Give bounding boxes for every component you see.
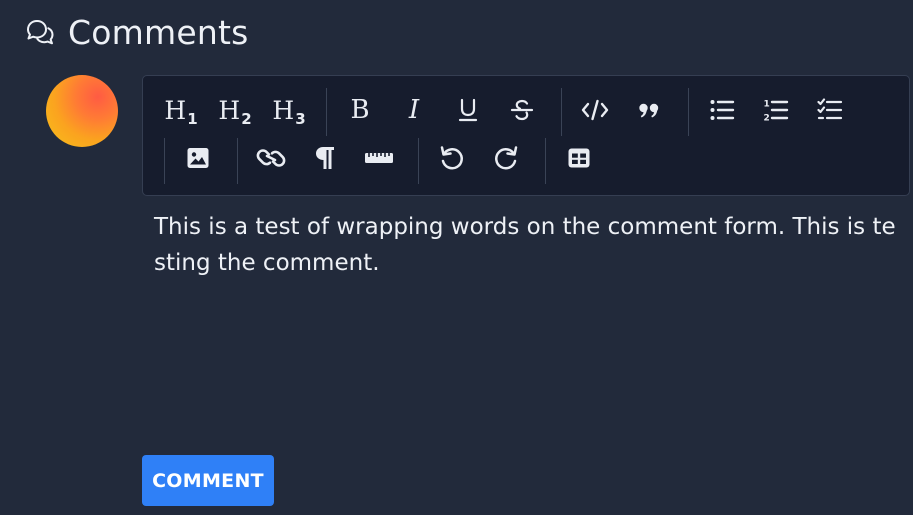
quote-icon: [636, 97, 662, 123]
underline-icon: [457, 97, 479, 123]
bold-button[interactable]: B: [340, 90, 380, 130]
heading-3-icon: H3: [272, 95, 306, 128]
image-icon: [186, 146, 210, 170]
strikethrough-button[interactable]: [502, 90, 542, 130]
paragraph-button[interactable]: [305, 138, 345, 178]
image-button[interactable]: [178, 138, 218, 178]
toolbar-divider: [561, 88, 562, 136]
heading-2-icon: H2: [218, 95, 252, 128]
heading-2-button[interactable]: H2: [215, 90, 255, 130]
undo-button[interactable]: [432, 138, 472, 178]
heading-1-icon: H1: [164, 95, 198, 128]
paragraph-icon: [314, 145, 336, 171]
underline-button[interactable]: [448, 90, 488, 130]
comments-header: Comments: [25, 10, 248, 54]
toolbar-divider: [326, 88, 327, 136]
toolbar-divider: [164, 138, 165, 184]
bullet-list-icon: [709, 97, 735, 123]
link-button[interactable]: [251, 138, 291, 178]
horizontal-rule-button[interactable]: [359, 138, 399, 178]
toolbar-divider: [237, 138, 238, 184]
comment-submit-button[interactable]: COMMENT: [142, 455, 274, 506]
ordered-list-button[interactable]: 1 2: [756, 90, 796, 130]
heading-3-button[interactable]: H3: [269, 90, 309, 130]
table-button[interactable]: [559, 138, 599, 178]
chat-bubbles-icon: [25, 17, 55, 47]
code-icon: [580, 97, 610, 123]
toolbar-divider: [545, 138, 546, 184]
svg-text:1: 1: [764, 100, 770, 110]
italic-button[interactable]: I: [394, 90, 434, 130]
code-button[interactable]: [575, 90, 615, 130]
redo-button[interactable]: [486, 138, 526, 178]
task-list-button[interactable]: [810, 90, 850, 130]
link-icon: [256, 145, 286, 171]
table-icon: [567, 146, 591, 170]
ruler-icon: [364, 150, 394, 166]
toolbar-divider: [688, 88, 689, 136]
editor-toolbar: H1 H2 H3 B I 1 2: [142, 75, 910, 196]
heading-1-button[interactable]: H1: [161, 90, 201, 130]
page-title: Comments: [68, 12, 249, 52]
bold-icon: B: [350, 95, 370, 125]
strikethrough-icon: [509, 97, 535, 123]
svg-text:2: 2: [764, 114, 770, 124]
undo-icon: [438, 144, 466, 172]
avatar: [46, 75, 118, 147]
blockquote-button[interactable]: [629, 90, 669, 130]
bullet-list-button[interactable]: [702, 90, 742, 130]
redo-icon: [492, 144, 520, 172]
italic-icon: I: [408, 95, 420, 125]
comment-editor[interactable]: This is a test of wrapping words on the …: [154, 209, 899, 281]
toolbar-divider: [418, 138, 419, 184]
task-list-icon: [817, 97, 843, 123]
ordered-list-icon: 1 2: [763, 97, 789, 123]
